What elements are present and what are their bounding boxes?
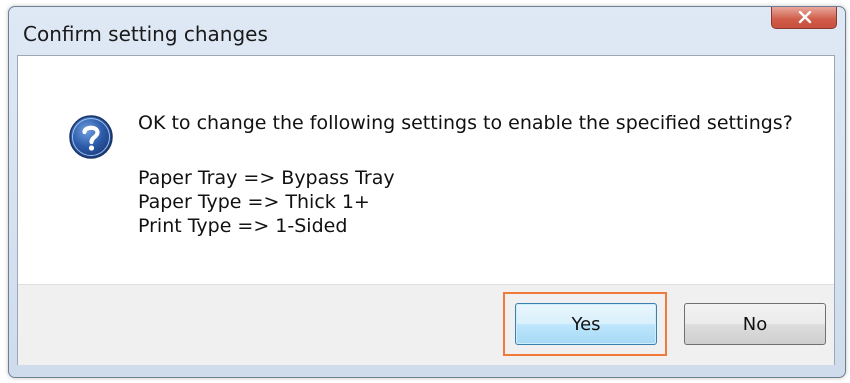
window-title: Confirm setting changes [23,22,268,46]
close-button[interactable] [771,7,837,29]
setting-paper-type: Paper Type => Thick 1+ [138,191,370,213]
title-bar[interactable]: Confirm setting changes [9,7,845,57]
dialog-window: Confirm setting changes OK to change the… [8,6,846,378]
content-area: OK to change the following settings to e… [18,56,834,284]
dialog-message: OK to change the following settings to e… [138,112,793,134]
dialog-body: OK to change the following settings to e… [17,55,835,365]
yes-button[interactable]: Yes [515,303,657,345]
close-icon [798,11,812,24]
settings-list: Paper Tray => Bypass Tray Paper Type => … [138,166,395,238]
no-button[interactable]: No [684,303,826,345]
setting-print-type: Print Type => 1-Sided [138,215,348,237]
setting-paper-tray: Paper Tray => Bypass Tray [138,167,395,189]
question-icon [69,115,113,159]
